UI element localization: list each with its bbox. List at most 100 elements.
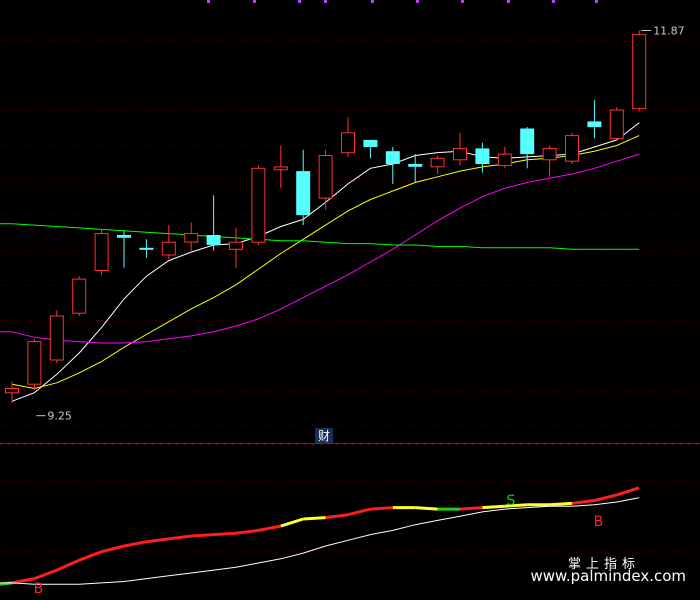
top-tick xyxy=(253,0,256,3)
candle xyxy=(206,195,221,251)
candle xyxy=(184,222,199,253)
candle-body xyxy=(251,167,266,243)
candle-body xyxy=(587,121,602,128)
indicator-line-segment xyxy=(571,499,595,505)
candle-body xyxy=(5,388,19,394)
top-tick xyxy=(416,0,419,3)
indicator-line-segment xyxy=(168,534,192,541)
indicator-line-segment xyxy=(415,506,438,511)
candle-body xyxy=(206,235,221,245)
indicator-line-segment xyxy=(303,516,326,521)
top-ticks xyxy=(207,0,598,3)
candle-body xyxy=(139,247,154,250)
indicator-line-segment xyxy=(280,517,304,528)
indicator-line-segment xyxy=(325,513,349,520)
candle-body xyxy=(520,128,535,155)
candle xyxy=(49,310,64,363)
indicator-line-segment xyxy=(146,537,169,544)
top-tick xyxy=(595,0,598,3)
candle-body xyxy=(385,151,400,164)
candle xyxy=(341,117,355,157)
top-tick xyxy=(207,0,210,3)
watermark-url: www.palmindex.com xyxy=(530,567,686,585)
candle xyxy=(430,155,445,174)
candle-body xyxy=(27,341,42,385)
candle xyxy=(229,227,243,268)
candle xyxy=(318,149,333,210)
indicator-line-segment xyxy=(482,504,505,510)
top-tick xyxy=(461,0,464,3)
candle xyxy=(453,132,467,166)
candle-body xyxy=(609,109,624,139)
candle-body xyxy=(229,241,243,250)
candle-body xyxy=(296,171,311,216)
candle-body xyxy=(49,315,64,361)
panel-separator xyxy=(0,443,700,445)
grid-lines xyxy=(0,40,700,551)
indicator-line-segment xyxy=(347,507,371,517)
candle-body xyxy=(117,235,131,238)
indicator-line-segment xyxy=(235,528,259,535)
candle-body xyxy=(565,135,579,162)
indicator-line-segment xyxy=(370,506,393,511)
candlesticks xyxy=(5,30,647,403)
candle-body xyxy=(408,164,423,167)
candle xyxy=(385,147,400,184)
indicator-line-segment xyxy=(459,506,483,511)
candle-body xyxy=(475,148,490,164)
candle xyxy=(632,30,647,112)
candle-body xyxy=(363,139,378,147)
stock-chart: 11.87 9.25 财 B S B xyxy=(0,0,700,597)
candle xyxy=(273,145,288,189)
candle-body xyxy=(273,166,288,171)
top-tick xyxy=(371,0,374,3)
top-tick xyxy=(552,0,555,3)
candle xyxy=(251,165,266,245)
indicator-line-segment xyxy=(56,558,80,572)
signal-label: S xyxy=(506,493,515,509)
candle-body xyxy=(632,34,647,110)
indicator-line-segment xyxy=(549,501,573,507)
top-tick xyxy=(324,0,327,3)
low-price-label: 9.25 xyxy=(47,410,72,423)
candle-body xyxy=(161,241,176,256)
candle-body xyxy=(542,147,557,161)
candle xyxy=(94,229,109,275)
signal-label: B xyxy=(594,514,604,530)
panel-label[interactable]: 财 xyxy=(315,428,333,443)
indicator-line-segment xyxy=(191,533,214,538)
top-tick xyxy=(298,0,301,3)
high-price-label: 11.87 xyxy=(653,24,685,37)
candle xyxy=(363,139,378,159)
indicator-line-segment xyxy=(33,568,58,581)
candle xyxy=(72,276,87,316)
signal-label: B xyxy=(34,581,44,597)
candle-body xyxy=(453,147,467,161)
candle xyxy=(161,225,176,260)
indicator-line-segment xyxy=(11,577,35,585)
indicator-line-segment xyxy=(78,550,103,562)
candle-body xyxy=(430,157,445,168)
indicator-line-segment xyxy=(594,493,618,502)
candle xyxy=(542,145,557,177)
candle-body xyxy=(184,233,199,243)
indicator-line-segment xyxy=(213,531,237,537)
indicator-line-segment xyxy=(616,486,640,497)
panel-label-text: 财 xyxy=(318,429,330,443)
candle-body xyxy=(341,132,355,154)
candle xyxy=(609,107,624,140)
candle-body xyxy=(497,153,512,167)
candle xyxy=(520,127,535,169)
candle xyxy=(587,100,602,139)
indicator-line-segment xyxy=(258,524,282,532)
candle xyxy=(565,132,579,164)
candle xyxy=(296,149,311,226)
price-annotations: 11.87 9.25 xyxy=(36,24,685,423)
candle xyxy=(497,147,512,169)
candle-body xyxy=(94,233,109,272)
candle xyxy=(27,338,42,390)
candle xyxy=(139,239,154,258)
candle xyxy=(408,154,423,183)
candle xyxy=(117,230,131,268)
candle-body xyxy=(72,278,87,314)
